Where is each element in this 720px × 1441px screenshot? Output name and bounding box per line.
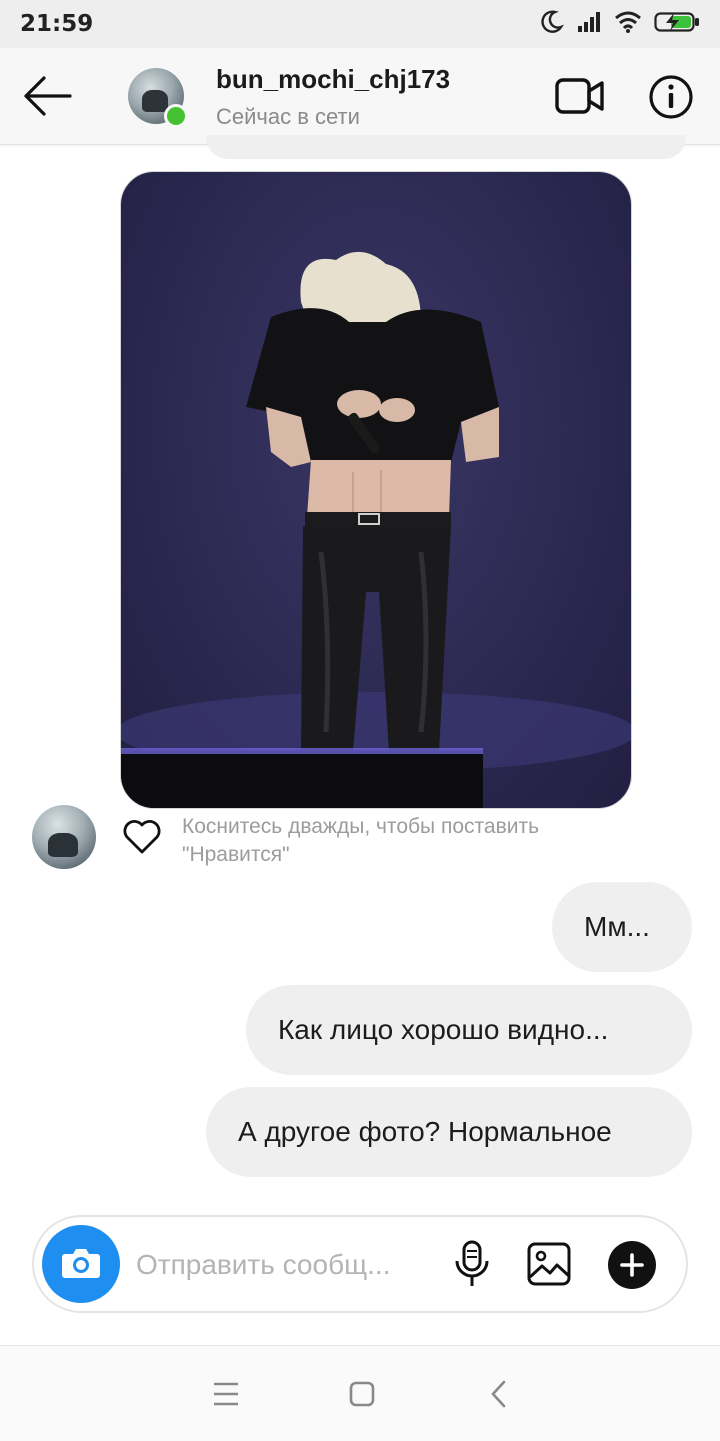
photo-message[interactable] — [120, 171, 632, 809]
recent-apps-button[interactable] — [206, 1376, 246, 1412]
outgoing-message[interactable]: Как лицо хорошо видно... — [246, 985, 692, 1075]
presence-status: Сейчас в сети — [216, 104, 360, 129]
back-chevron-icon — [480, 1380, 520, 1416]
sender-avatar[interactable] — [32, 805, 96, 869]
online-indicator — [164, 104, 188, 128]
outgoing-message[interactable]: А другое фото? Нормальное — [206, 1087, 692, 1177]
chat-header: bun_mochi_chj173 Сейчас в сети — [0, 48, 720, 145]
microphone-icon — [452, 1240, 492, 1293]
avatar-figure — [142, 90, 168, 112]
avatar-figure — [48, 833, 78, 857]
video-call-button[interactable] — [554, 76, 606, 116]
back-arrow-icon — [20, 76, 74, 124]
video-call-icon — [554, 78, 606, 120]
heart-icon — [122, 820, 162, 859]
message-composer — [32, 1215, 688, 1313]
info-icon — [648, 75, 694, 124]
message-input[interactable] — [134, 1239, 438, 1291]
photo-message-image — [121, 251, 631, 808]
gallery-icon — [526, 1242, 572, 1291]
gallery-button[interactable] — [526, 1241, 572, 1287]
back-button[interactable] — [20, 72, 74, 120]
outgoing-message[interactable]: Мм... — [552, 882, 692, 972]
message-thread[interactable]: Коснитесь дважды, чтобы поставить "Нрави… — [0, 135, 720, 1345]
status-bar: 21:59 — [0, 0, 720, 48]
voice-message-button[interactable] — [452, 1239, 492, 1289]
info-button[interactable] — [648, 74, 694, 120]
system-nav-bar — [0, 1345, 720, 1441]
battery-charging-icon — [654, 10, 700, 39]
like-button[interactable] — [122, 819, 162, 855]
home-button[interactable] — [342, 1376, 382, 1412]
double-tap-like-hint: Коснитесь дважды, чтобы поставить "Нрави… — [182, 815, 540, 866]
status-time: 21:59 — [20, 11, 94, 37]
wifi-icon — [614, 10, 642, 39]
system-back-button[interactable] — [480, 1376, 520, 1412]
previous-message-bubble — [206, 135, 686, 159]
home-square-icon — [342, 1381, 382, 1416]
contact-username[interactable]: bun_mochi_chj173 — [216, 64, 450, 95]
moon-icon — [538, 9, 564, 40]
camera-button[interactable] — [42, 1225, 120, 1303]
signal-icon — [576, 10, 602, 39]
more-options-button[interactable] — [608, 1241, 656, 1289]
status-icons — [538, 9, 700, 40]
menu-icon — [206, 1382, 246, 1416]
